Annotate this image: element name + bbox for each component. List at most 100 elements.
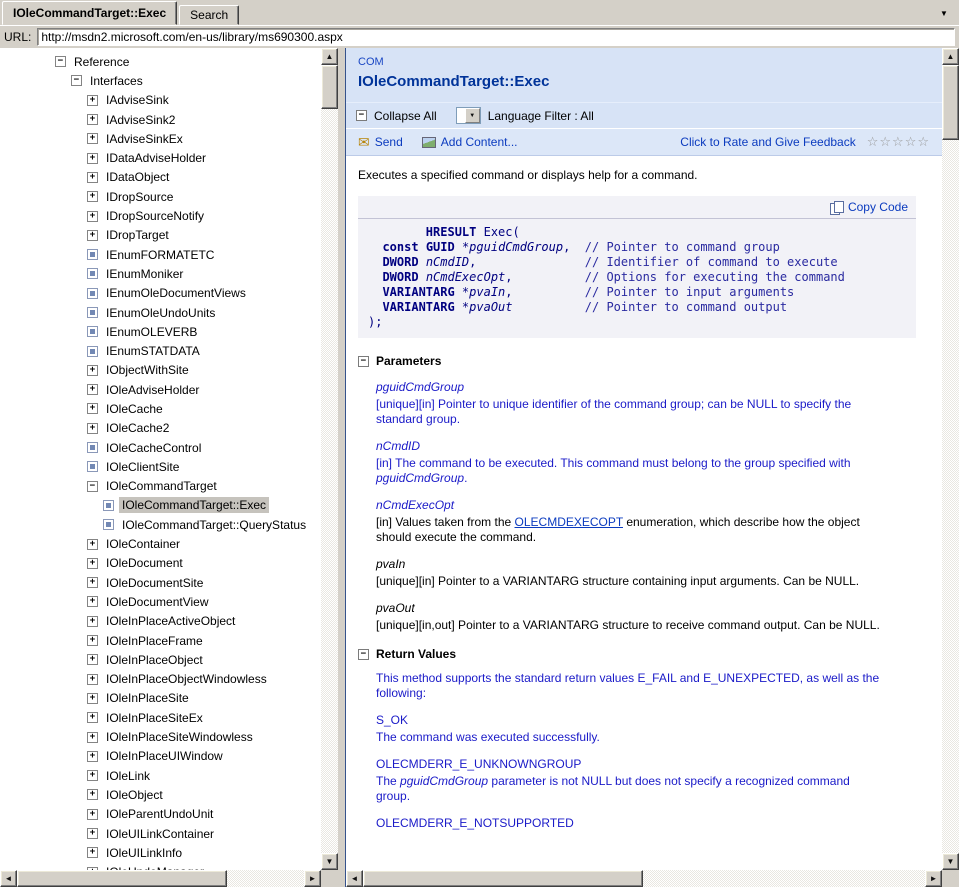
expand-icon[interactable]: +	[87, 789, 98, 801]
tree-item[interactable]: + IOleAdviseHolder	[0, 380, 321, 399]
tree-item[interactable]: + IOleInPlaceActiveObject	[0, 612, 321, 631]
collapse-icon[interactable]: −	[55, 56, 66, 68]
star-icon[interactable]: ☆	[892, 134, 905, 150]
scroll-down-button[interactable]: ▼	[942, 853, 959, 870]
tree-item[interactable]: +IOleUndoManager	[0, 862, 321, 870]
tree-item[interactable]: IEnumOLEVERB	[0, 322, 321, 341]
tree-item[interactable]: + IOleCache	[0, 399, 321, 418]
expand-icon[interactable]: +	[87, 364, 98, 376]
expand-icon[interactable]: +	[87, 712, 98, 724]
expand-icon[interactable]: +	[87, 673, 98, 685]
collapse-icon[interactable]: −	[71, 75, 82, 87]
tree-item[interactable]: + IOleInPlaceSiteEx	[0, 708, 321, 727]
scroll-up-button[interactable]: ▲	[942, 48, 959, 65]
tree-item[interactable]: + IOleUILinkInfo	[0, 843, 321, 862]
tree-item[interactable]: IOleCommandTarget::QueryStatus	[0, 515, 321, 534]
scroll-left-button[interactable]: ◄	[346, 870, 363, 887]
scroll-left-button[interactable]: ◄	[0, 870, 17, 887]
rate-feedback-link[interactable]: Click to Rate and Give Feedback	[680, 135, 855, 149]
tree-item[interactable]: + IAdviseSinkEx	[0, 129, 321, 148]
expand-icon[interactable]: +	[87, 596, 98, 608]
tree-item[interactable]: IOleCommandTarget::Exec	[0, 496, 321, 515]
expand-icon[interactable]: +	[87, 808, 98, 820]
scroll-right-button[interactable]: ►	[925, 870, 942, 887]
tree-item[interactable]: − Interfaces	[0, 71, 321, 90]
tree-item[interactable]: + IObjectWithSite	[0, 361, 321, 380]
scroll-thumb[interactable]	[321, 65, 338, 109]
tree-item[interactable]: IOleClientSite	[0, 457, 321, 476]
expand-icon[interactable]: +	[87, 403, 98, 415]
tree-item[interactable]: IEnumOleDocumentViews	[0, 284, 321, 303]
tree-item[interactable]: + IOleDocument	[0, 554, 321, 573]
tree-item[interactable]: + IDropTarget	[0, 226, 321, 245]
expand-icon[interactable]: +	[87, 114, 98, 126]
language-filter-dropdown[interactable]: ▼	[455, 107, 481, 124]
expand-icon[interactable]: +	[87, 191, 98, 203]
tree-item[interactable]: + IOleUILinkContainer	[0, 824, 321, 843]
inline-link[interactable]: OLECMDEXECOPT	[515, 515, 623, 529]
expand-icon[interactable]: +	[87, 210, 98, 222]
tab-list-dropdown-icon[interactable]: ▼	[935, 4, 953, 22]
tab-topic[interactable]: IOleCommandTarget::Exec	[2, 1, 178, 25]
tree-item[interactable]: − IOleCommandTarget	[0, 477, 321, 496]
tree-item[interactable]: + IOleInPlaceObjectWindowless	[0, 670, 321, 689]
tree-item[interactable]: + IDropSourceNotify	[0, 206, 321, 225]
dropdown-arrow-icon[interactable]: ▼	[464, 108, 480, 123]
tree-item[interactable]: + IOleDocumentView	[0, 592, 321, 611]
expand-icon[interactable]: +	[87, 384, 98, 396]
expand-icon[interactable]: +	[87, 731, 98, 743]
collapse-section-icon[interactable]: −	[358, 355, 369, 367]
expand-icon[interactable]: +	[87, 847, 98, 859]
star-icon[interactable]: ☆	[905, 134, 918, 150]
tree-item[interactable]: + IOleContainer	[0, 534, 321, 553]
tree-item[interactable]: + IOleDocumentSite	[0, 573, 321, 592]
tree-item[interactable]: + IDataObject	[0, 168, 321, 187]
scroll-thumb[interactable]	[363, 870, 643, 887]
star-icon[interactable]: ☆	[867, 134, 880, 150]
tree-item[interactable]: + IOleInPlaceSiteWindowless	[0, 727, 321, 746]
star-icon[interactable]: ☆	[879, 134, 892, 150]
tree-item[interactable]: IOleCacheControl	[0, 438, 321, 457]
tree-item[interactable]: − Reference	[0, 52, 321, 71]
add-content-link[interactable]: Add Content...	[441, 135, 518, 149]
expand-icon[interactable]: +	[87, 635, 98, 647]
tree-item[interactable]: IEnumMoniker	[0, 264, 321, 283]
expand-icon[interactable]: +	[87, 229, 98, 241]
scroll-thumb[interactable]	[17, 870, 227, 887]
expand-icon[interactable]: +	[87, 828, 98, 840]
rating-stars[interactable]: ☆ ☆ ☆ ☆ ☆	[867, 134, 930, 150]
expand-icon[interactable]: +	[87, 557, 98, 569]
send-link[interactable]: Send	[375, 135, 403, 149]
expand-icon[interactable]: +	[87, 152, 98, 164]
expand-icon[interactable]: +	[87, 538, 98, 550]
collapse-all-icon[interactable]: −	[356, 110, 367, 121]
tree-item[interactable]: IEnumSTATDATA	[0, 341, 321, 360]
tree-item[interactable]: + IOleInPlaceFrame	[0, 631, 321, 650]
tree-item[interactable]: + IDropSource	[0, 187, 321, 206]
tree-vertical-scrollbar[interactable]: ▲ ▼	[321, 48, 338, 870]
star-icon[interactable]: ☆	[917, 134, 930, 150]
scroll-up-button[interactable]: ▲	[321, 48, 338, 65]
expand-icon[interactable]: +	[87, 422, 98, 434]
expand-icon[interactable]: +	[87, 692, 98, 704]
expand-icon[interactable]: +	[87, 770, 98, 782]
panel-splitter[interactable]	[338, 48, 345, 887]
tree-item[interactable]: + IDataAdviseHolder	[0, 148, 321, 167]
tree-item[interactable]: + IOleInPlaceObject	[0, 650, 321, 669]
scroll-down-button[interactable]: ▼	[321, 853, 338, 870]
tree-item[interactable]: IEnumFORMATETC	[0, 245, 321, 264]
tree-item[interactable]: + IAdviseSink2	[0, 110, 321, 129]
tree-item[interactable]: + IOleLink	[0, 766, 321, 785]
expand-icon[interactable]: +	[87, 615, 98, 627]
expand-icon[interactable]: +	[87, 577, 98, 589]
url-input[interactable]	[37, 28, 955, 46]
collapse-section-icon[interactable]: −	[358, 648, 369, 660]
scroll-right-button[interactable]: ►	[304, 870, 321, 887]
expand-icon[interactable]: +	[87, 750, 98, 762]
collapse-icon[interactable]: −	[87, 480, 98, 492]
tree-item[interactable]: + IOleObject	[0, 785, 321, 804]
expand-icon[interactable]: +	[87, 133, 98, 145]
expand-icon[interactable]: +	[87, 94, 98, 106]
scroll-thumb[interactable]	[942, 65, 959, 140]
expand-icon[interactable]: +	[87, 654, 98, 666]
